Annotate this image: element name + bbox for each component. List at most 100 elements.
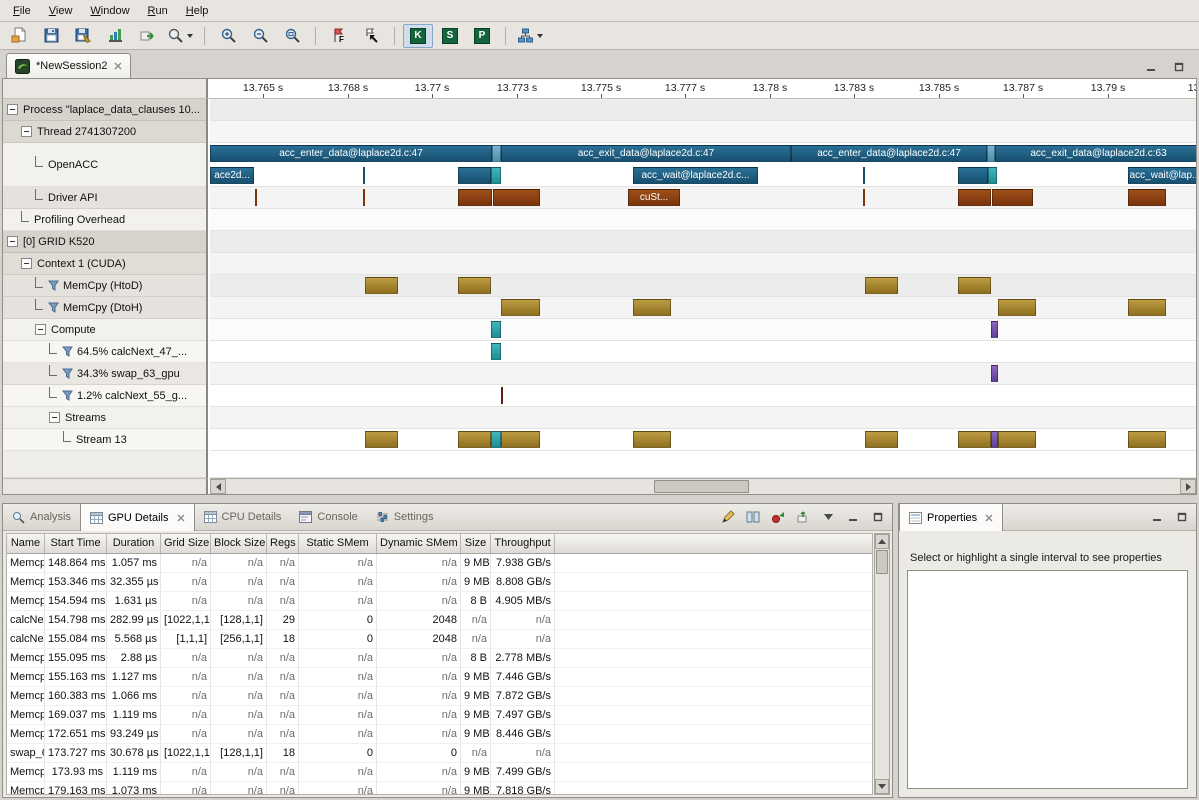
timeline-interval[interactable]: acc_exit_data@laplace2d.c:47 [501,145,791,162]
timeline-lane-dtoh[interactable] [210,297,1196,319]
timeline-lane-driver[interactable]: cuSt... [210,187,1196,209]
profile-application-button[interactable] [100,24,130,48]
timeline-interval[interactable] [998,431,1036,448]
timeline-lane-profiling[interactable] [210,209,1196,231]
column-header-throughput[interactable]: Throughput [491,534,555,553]
timeline-interval[interactable]: acc_exit_data@laplace2d.c:63 [995,145,1196,162]
row-label-thread[interactable]: Thread 2741307200 [3,121,206,143]
tab-properties[interactable]: Properties [899,504,1003,531]
timeline-lane-htod[interactable] [210,275,1196,297]
row-label-streams[interactable]: Streams [3,407,206,429]
timeline-interval[interactable] [363,167,365,184]
menu-help[interactable]: Help [177,2,218,20]
row-label-dtoh[interactable]: MemCpy (DtoH) [3,297,206,319]
timeline-interval[interactable]: ace2d... [210,167,254,184]
collapse-toggle-icon[interactable] [49,412,60,423]
timeline-interval[interactable] [491,431,501,448]
zoom-tool-button[interactable] [164,24,196,48]
column-header-grid-size[interactable]: Grid Size [161,534,211,553]
collapse-toggle-icon[interactable] [21,126,32,137]
row-label-openacc[interactable]: OpenACC [3,143,206,187]
timeline-lane-openacc[interactable]: acc_enter_data@laplace2d.c:47acc_exit_da… [210,143,1196,187]
table-row[interactable]: Memcpy160.383 ms1.066 msn/an/an/an/an/a9… [7,687,872,706]
table-row[interactable]: Memcpy154.594 ms1.631 µsn/an/an/an/an/a8… [7,592,872,611]
scroll-up-button[interactable] [875,534,889,549]
run-analysis-button[interactable] [514,24,546,48]
row-label-driver[interactable]: Driver API [3,187,206,209]
filter-icon[interactable] [62,346,73,357]
column-header-regs[interactable]: Regs [267,534,299,553]
timeline-lane-context[interactable] [210,253,1196,275]
session-tab[interactable]: *NewSession2 [6,53,131,78]
timeline-interval[interactable] [958,277,991,294]
maximize-icon[interactable] [1174,508,1190,526]
close-icon[interactable] [114,62,122,70]
timeline-interval[interactable] [1128,189,1166,206]
row-label-swap63[interactable]: 34.3% swap_63_gpu [3,363,206,385]
collapse-toggle-icon[interactable] [35,324,46,335]
minimize-icon[interactable] [1149,508,1165,526]
timeline-interval[interactable] [998,299,1036,316]
column-header-static-smem[interactable]: Static SMem [299,534,377,553]
timeline-interval[interactable] [363,189,365,206]
save-session-button[interactable] [36,24,66,48]
timeline-interval[interactable]: acc_enter_data@laplace2d.c:47 [791,145,987,162]
add-marker-button[interactable]: F [324,24,354,48]
toggle-stream-timeline-button[interactable]: S [435,24,465,48]
timeline-interval[interactable] [1128,299,1166,316]
save-session-as-button[interactable] [68,24,98,48]
timeline-interval[interactable] [458,431,491,448]
collapse-toggle-icon[interactable] [7,104,18,115]
timeline-interval[interactable] [492,145,501,162]
timeline-interval[interactable]: cuSt... [628,189,680,206]
collapse-toggle-icon[interactable] [21,258,32,269]
timeline-interval[interactable] [255,189,257,206]
tab-settings[interactable]: Settings [367,504,443,530]
menu-run[interactable]: Run [139,2,177,20]
collect-data-button[interactable] [770,508,786,526]
timeline-interval[interactable] [501,431,540,448]
timeline-interval[interactable] [988,167,997,184]
scrollbar-thumb[interactable] [876,550,888,574]
filter-icon[interactable] [62,368,73,379]
maximize-icon[interactable] [1171,58,1187,76]
timeline-interval[interactable] [992,189,1033,206]
timeline-interval[interactable]: acc_enter_data@laplace2d.c:47 [210,145,492,162]
timeline-lane-stream13[interactable] [210,429,1196,451]
timeline-interval[interactable]: acc_wait@lap... [1128,167,1196,184]
timeline-interval[interactable] [991,431,998,448]
zoom-out-button[interactable] [245,24,275,48]
timeline-lane-calc47[interactable] [210,341,1196,363]
column-header-size[interactable]: Size [461,534,491,553]
row-label-calc47[interactable]: 64.5% calcNext_47_... [3,341,206,363]
timeline-interval[interactable] [365,277,398,294]
column-header-duration[interactable]: Duration [107,534,161,553]
filter-icon[interactable] [48,302,59,313]
menu-window[interactable]: Window [81,2,138,20]
table-row[interactable]: Memcpy173.93 ms1.119 msn/an/an/an/an/a9 … [7,763,872,782]
timeline-lane-compute[interactable] [210,319,1196,341]
column-options-button[interactable] [745,508,761,526]
collapse-toggle-icon[interactable] [7,236,18,247]
table-row[interactable]: calcNext154.798 ms282.99 µs[1022,1,1][12… [7,611,872,630]
row-label-context[interactable]: Context 1 (CUDA) [3,253,206,275]
timeline-interval[interactable] [958,189,991,206]
tab-gpu-details[interactable]: GPU Details [80,504,195,531]
table-row[interactable]: calcNext155.084 ms5.568 µs[1,1,1][256,1,… [7,630,872,649]
tab-console[interactable]: Console [290,504,366,530]
timeline-interval[interactable] [458,189,492,206]
menu-view[interactable]: View [40,2,82,20]
maximize-view-button[interactable] [870,508,886,526]
timeline-interval[interactable] [458,277,491,294]
table-row[interactable]: Memcpy179.163 ms1.073 msn/an/an/an/an/a9… [7,782,872,795]
row-label-htod[interactable]: MemCpy (HtoD) [3,275,206,297]
timeline-interval[interactable] [991,365,998,382]
timeline-interval[interactable] [458,167,491,184]
view-menu-button[interactable] [820,508,836,526]
filter-icon[interactable] [62,390,73,401]
minimize-icon[interactable] [1143,58,1159,76]
timeline-interval[interactable] [493,189,540,206]
table-vertical-scrollbar[interactable] [874,533,890,795]
timeline-interval[interactable] [501,299,540,316]
close-icon[interactable] [177,514,185,522]
